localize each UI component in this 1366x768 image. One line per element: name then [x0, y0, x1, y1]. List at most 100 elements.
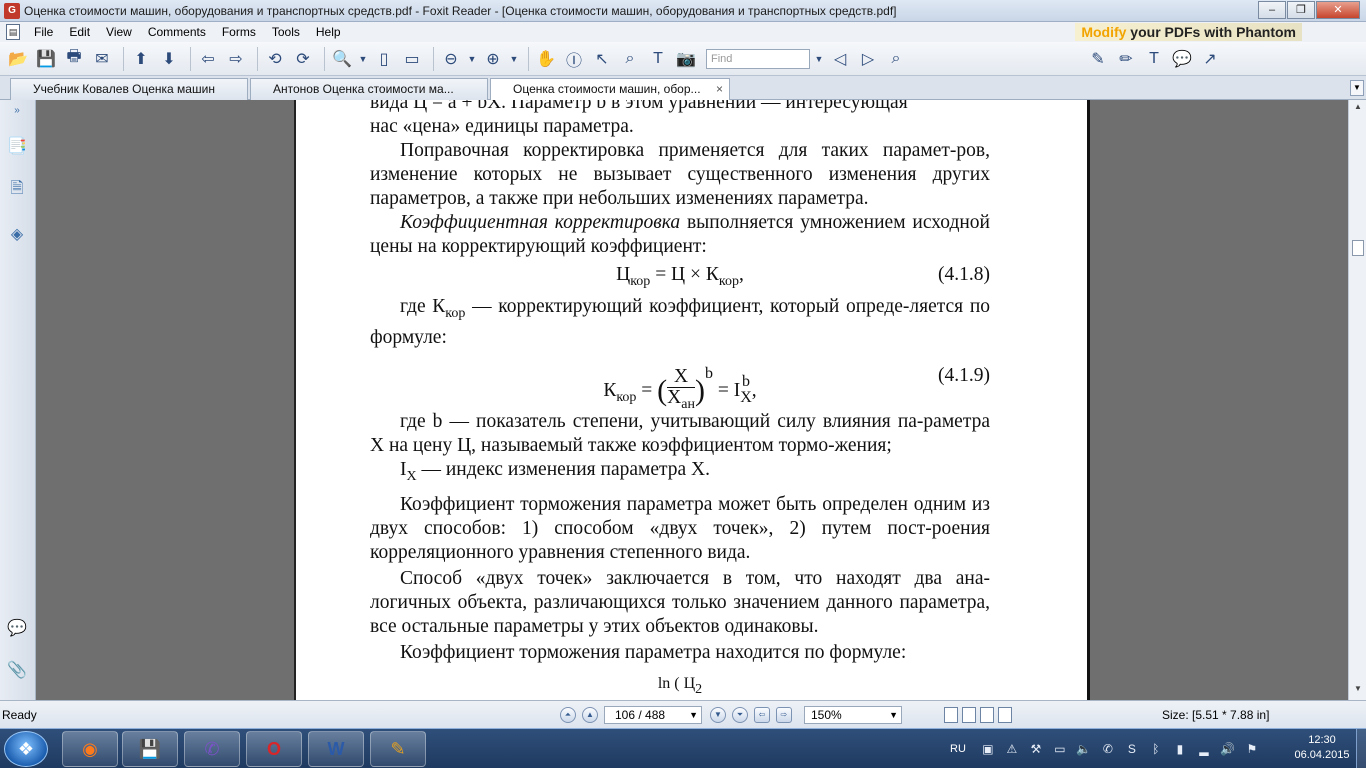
zoom-in-dropdown-icon[interactable]: ▼	[509, 47, 519, 71]
zoom-level-field[interactable]: 150% ▼	[804, 706, 902, 724]
foxit-taskbar-icon[interactable]: ✎	[370, 731, 426, 767]
snapshot-icon[interactable]: 📷	[674, 47, 698, 71]
fit-page-icon[interactable]: ▯	[372, 47, 396, 71]
save-icon[interactable]: 💾	[34, 47, 58, 71]
back-icon[interactable]: ⇦	[196, 47, 220, 71]
menu-tools[interactable]: Tools	[264, 25, 308, 39]
restore-button[interactable]: ❐	[1287, 1, 1315, 19]
viber-taskbar-icon[interactable]: ✆	[184, 731, 240, 767]
continuous-facing-layout-icon[interactable]	[998, 707, 1012, 723]
pencil-tool-icon[interactable]: ✏	[1114, 47, 1138, 71]
layers-icon[interactable]: ◈	[6, 222, 28, 246]
tab-antonov[interactable]: Антонов Оценка стоимости ма...	[250, 78, 488, 100]
typewriter-icon[interactable]: T	[1142, 47, 1166, 71]
zoom-in-icon[interactable]: ⊕	[481, 47, 505, 71]
email-icon[interactable]: ✉	[90, 47, 114, 71]
rotate-icon[interactable]: ⟲	[263, 47, 287, 71]
facing-layout-icon[interactable]	[980, 707, 994, 723]
print-icon[interactable]: 🖶	[62, 47, 86, 71]
menu-forms[interactable]: Forms	[214, 25, 264, 39]
hand-tool-icon[interactable]: ✋	[534, 47, 558, 71]
select-arrow-icon[interactable]: ↖	[590, 47, 614, 71]
signal-icon[interactable]: ▂	[1196, 741, 1212, 757]
page-dropdown-icon[interactable]: ▼	[689, 707, 698, 723]
start-button[interactable]: ❖	[4, 731, 48, 767]
find-dropdown-icon[interactable]: ▼	[814, 47, 824, 71]
zoom-icon[interactable]: 🔍	[330, 47, 354, 71]
tab-close-icon[interactable]: ×	[716, 79, 723, 99]
bookmarks-icon[interactable]: 📑	[6, 134, 28, 158]
text-tool-icon[interactable]: T	[646, 47, 670, 71]
flag-icon[interactable]: ⚑	[1244, 741, 1260, 757]
menu-file[interactable]: File	[26, 25, 61, 39]
tab-kovalev[interactable]: Учебник Ковалев Оценка машин	[10, 78, 248, 100]
menu-view[interactable]: View	[98, 25, 140, 39]
taskbar-clock[interactable]: 12:30 06.04.2015	[1292, 733, 1352, 763]
document-icon[interactable]: ▤	[6, 24, 20, 40]
firefox-taskbar-icon[interactable]: ◉	[62, 731, 118, 767]
binoculars-icon[interactable]: ⌕	[618, 47, 642, 71]
arrow-tool-icon[interactable]: ↗	[1198, 47, 1222, 71]
tools-icon[interactable]: ⚒	[1028, 741, 1044, 757]
device-icon[interactable]: ▮	[1172, 741, 1188, 757]
fit-width-icon[interactable]: ▭	[400, 47, 424, 71]
expand-panel-icon[interactable]: »	[6, 102, 28, 118]
next-page-icon[interactable]: ▼	[710, 707, 726, 723]
volume-icon[interactable]: 🔊	[1220, 741, 1236, 757]
floppy-taskbar-icon[interactable]: 💾	[122, 731, 178, 767]
vertical-scrollbar[interactable]: ▲ ▼	[1348, 100, 1366, 700]
zoom-dropdown-icon[interactable]: ▼	[358, 47, 368, 71]
opera-taskbar-icon[interactable]: O	[246, 731, 302, 767]
skype-icon[interactable]: S	[1124, 741, 1140, 757]
find-previous-icon[interactable]: ◁	[828, 47, 852, 71]
minimize-button[interactable]: –	[1258, 1, 1286, 19]
open-icon[interactable]: 📂	[6, 47, 30, 71]
text-select-icon[interactable]: Ⓘ	[562, 47, 586, 71]
tab-ocenka-active[interactable]: Оценка стоимости машин, обор... ×	[490, 78, 730, 100]
next-view-icon[interactable]: ⇨	[776, 707, 792, 723]
find-input[interactable]: Find	[706, 48, 810, 69]
show-desktop-button[interactable]	[1356, 729, 1366, 768]
forward-icon[interactable]: ⇨	[224, 47, 248, 71]
close-button[interactable]: ✕	[1316, 1, 1360, 19]
previous-view-icon[interactable]: ⇦	[754, 707, 770, 723]
note-tool-icon[interactable]: ✎	[1086, 47, 1110, 71]
page-up-icon[interactable]: ⬆	[129, 47, 153, 71]
zoom-out-icon[interactable]: ⊖	[439, 47, 463, 71]
language-indicator[interactable]: RU	[950, 743, 966, 755]
previous-page-icon[interactable]: ▲	[582, 707, 598, 723]
page-down-icon[interactable]: ⬇	[157, 47, 181, 71]
continuous-layout-icon[interactable]	[962, 707, 976, 723]
zoom-out-dropdown-icon[interactable]: ▼	[467, 47, 477, 71]
menu-help[interactable]: Help	[308, 25, 349, 39]
p6-rest: — индекс изменения параметра X.	[416, 458, 711, 480]
rotate-page-icon[interactable]: ⟳	[291, 47, 315, 71]
first-page-icon[interactable]: ⏶	[560, 707, 576, 723]
viber-tray-icon[interactable]: ✆	[1100, 741, 1116, 757]
menu-edit[interactable]: Edit	[61, 25, 98, 39]
document-viewer[interactable]: вида Ц = a + bX. Параметр b в этом уравн…	[36, 100, 1348, 700]
comments-panel-icon[interactable]: 💬	[6, 616, 28, 640]
tray-app-icon[interactable]: ▣	[980, 741, 996, 757]
foxit-app-icon[interactable]: G	[4, 2, 20, 19]
scroll-down-icon[interactable]: ▼	[1351, 684, 1365, 698]
warning-icon[interactable]: ⚠	[1004, 741, 1020, 757]
scroll-up-icon[interactable]: ▲	[1351, 102, 1365, 116]
page-number-field[interactable]: 106 / 488 ▼	[604, 706, 702, 724]
tab-scroll-down-icon[interactable]: ▼	[1350, 80, 1364, 96]
scroll-thumb[interactable]	[1352, 240, 1364, 256]
phantom-promo-banner[interactable]: Modify your PDFs with Phantom	[1075, 23, 1302, 41]
speaker-icon[interactable]: 🔈	[1076, 741, 1092, 757]
word-taskbar-icon[interactable]: W	[308, 731, 364, 767]
last-page-icon[interactable]: ⏷	[732, 707, 748, 723]
zoom-dropdown-icon[interactable]: ▼	[889, 707, 898, 723]
monitor-icon[interactable]: ▭	[1052, 741, 1068, 757]
attachments-icon[interactable]: 📎	[6, 658, 28, 682]
bluetooth-icon[interactable]: ᛒ	[1148, 741, 1164, 757]
menu-comments[interactable]: Comments	[140, 25, 214, 39]
pages-icon[interactable]: 🗎	[6, 178, 28, 202]
comment-icon[interactable]: 💬	[1170, 47, 1194, 71]
search-icon[interactable]: ⌕	[884, 47, 908, 71]
single-page-layout-icon[interactable]	[944, 707, 958, 723]
find-next-icon[interactable]: ▷	[856, 47, 880, 71]
